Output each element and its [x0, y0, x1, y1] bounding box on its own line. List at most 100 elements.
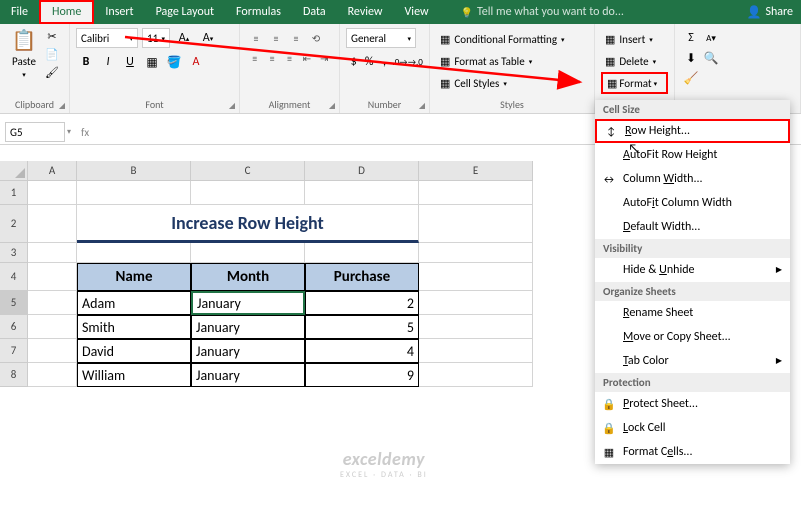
clear-button[interactable]: 🧹	[681, 68, 701, 88]
tab-insert[interactable]: Insert	[94, 0, 144, 24]
autosum-button[interactable]: Σ	[681, 28, 701, 48]
share-button[interactable]: 👤Share	[738, 5, 801, 20]
cell[interactable]	[191, 243, 305, 263]
tab-view[interactable]: View	[394, 0, 440, 24]
copy-button[interactable]: 📄	[44, 46, 60, 62]
col-header-b[interactable]: B	[77, 161, 191, 181]
cell-styles-button[interactable]: ▦Cell Styles▾	[436, 72, 588, 94]
cell-name[interactable]: David	[77, 339, 191, 363]
align-middle-button[interactable]: ≡	[266, 28, 286, 48]
menu-format-cells[interactable]: ▦Format Cells...	[595, 440, 790, 464]
format-cells-button[interactable]: ▦Format▾	[601, 72, 668, 94]
cell[interactable]	[419, 339, 533, 363]
paste-button[interactable]: 📋 Paste ▾	[6, 28, 42, 80]
tab-page-layout[interactable]: Page Layout	[145, 0, 225, 24]
cell[interactable]	[305, 181, 419, 205]
number-launcher[interactable]: ◢	[419, 101, 425, 111]
increase-font-button[interactable]: A▴	[174, 28, 194, 48]
cell[interactable]	[28, 315, 77, 339]
cell[interactable]	[419, 315, 533, 339]
menu-column-width[interactable]: ↔Column Width...	[595, 167, 790, 191]
decrease-font-button[interactable]: A▾	[198, 28, 218, 48]
font-size-select[interactable]: 11▾	[142, 28, 170, 48]
cell[interactable]	[419, 363, 533, 387]
cell-month-selected[interactable]: January	[191, 291, 305, 315]
font-name-select[interactable]: Calibri▾	[76, 28, 138, 48]
alignment-launcher[interactable]: ◢	[329, 101, 335, 111]
cell-purchase[interactable]: 9	[305, 363, 419, 387]
cell[interactable]	[419, 205, 533, 243]
name-box[interactable]: G5	[5, 122, 65, 142]
cell-month[interactable]: January	[191, 339, 305, 363]
format-as-table-button[interactable]: ▦Format as Table▾	[436, 50, 588, 72]
menu-protect-sheet[interactable]: 🔒Protect Sheet...	[595, 392, 790, 416]
row-header-4[interactable]: 4	[0, 263, 28, 291]
cell[interactable]	[419, 181, 533, 205]
fill-button[interactable]: ⬇	[681, 48, 701, 68]
fill-color-button[interactable]: 🪣	[164, 52, 184, 72]
row-header-1[interactable]: 1	[0, 181, 28, 205]
cell[interactable]	[28, 181, 77, 205]
col-header-c[interactable]: C	[191, 161, 305, 181]
cell[interactable]	[419, 263, 533, 291]
number-format-select[interactable]: General▾	[346, 28, 416, 48]
cell-purchase[interactable]: 2	[305, 291, 419, 315]
cell-name[interactable]: William	[77, 363, 191, 387]
align-right-button[interactable]: ≡	[281, 48, 298, 68]
align-bottom-button[interactable]: ≡	[286, 28, 306, 48]
fx-button[interactable]: fx	[81, 126, 89, 139]
cell[interactable]	[77, 181, 191, 205]
row-header-6[interactable]: 6	[0, 315, 28, 339]
border-button[interactable]: ▦	[142, 52, 162, 72]
font-launcher[interactable]: ◢	[229, 101, 235, 111]
cell[interactable]	[77, 243, 191, 263]
cell[interactable]	[28, 291, 77, 315]
header-month[interactable]: Month	[191, 263, 305, 291]
cell-name[interactable]: Smith	[77, 315, 191, 339]
row-header-3[interactable]: 3	[0, 243, 28, 263]
title-cell[interactable]: Increase Row Height	[77, 205, 419, 243]
cell[interactable]	[28, 363, 77, 387]
cell[interactable]	[419, 291, 533, 315]
tab-home[interactable]: Home	[39, 0, 94, 24]
sort-filter-button[interactable]: A▾	[701, 28, 721, 48]
row-header-8[interactable]: 8	[0, 363, 28, 387]
indent-dec-button[interactable]: ⇤	[298, 48, 315, 68]
cell[interactable]	[191, 181, 305, 205]
find-select-button[interactable]: 🔍	[701, 48, 721, 68]
tab-formulas[interactable]: Formulas	[225, 0, 292, 24]
row-header-2[interactable]: 2	[0, 205, 28, 243]
menu-default-width[interactable]: Default Width...	[595, 215, 790, 239]
row-header-5[interactable]: 5	[0, 291, 28, 315]
menu-lock-cell[interactable]: 🔒Lock Cell	[595, 416, 790, 440]
align-center-button[interactable]: ≡	[263, 48, 280, 68]
cell[interactable]	[28, 243, 77, 263]
cell[interactable]	[419, 243, 533, 263]
namebox-dropdown[interactable]: ▾	[67, 127, 71, 137]
menu-rename-sheet[interactable]: Rename Sheet	[595, 301, 790, 325]
align-top-button[interactable]: ≡	[246, 28, 266, 48]
menu-row-height[interactable]: ↕Row Height...	[595, 119, 790, 143]
cell[interactable]	[28, 205, 77, 243]
comma-button[interactable]: ,	[377, 52, 392, 72]
bold-button[interactable]: B	[76, 52, 96, 72]
align-left-button[interactable]: ≡	[246, 48, 263, 68]
cell[interactable]	[305, 243, 419, 263]
italic-button[interactable]: I	[98, 52, 118, 72]
insert-cells-button[interactable]: ▦Insert▾	[601, 28, 668, 50]
inc-decimal-button[interactable]: .0→	[392, 52, 407, 72]
tab-data[interactable]: Data	[292, 0, 337, 24]
font-color-button[interactable]: A	[186, 52, 206, 72]
cell-purchase[interactable]: 5	[305, 315, 419, 339]
header-name[interactable]: Name	[77, 263, 191, 291]
col-header-d[interactable]: D	[305, 161, 419, 181]
header-purchase[interactable]: Purchase	[305, 263, 419, 291]
cell-month[interactable]: January	[191, 315, 305, 339]
col-header-e[interactable]: E	[419, 161, 533, 181]
cell-name[interactable]: Adam	[77, 291, 191, 315]
clipboard-launcher[interactable]: ◢	[59, 101, 65, 111]
menu-move-copy[interactable]: Move or Copy Sheet...	[595, 325, 790, 349]
menu-autofit-col[interactable]: AutoFit Column Width	[595, 191, 790, 215]
format-painter-button[interactable]: 🖌	[44, 64, 60, 80]
indent-inc-button[interactable]: ⇥	[316, 48, 333, 68]
